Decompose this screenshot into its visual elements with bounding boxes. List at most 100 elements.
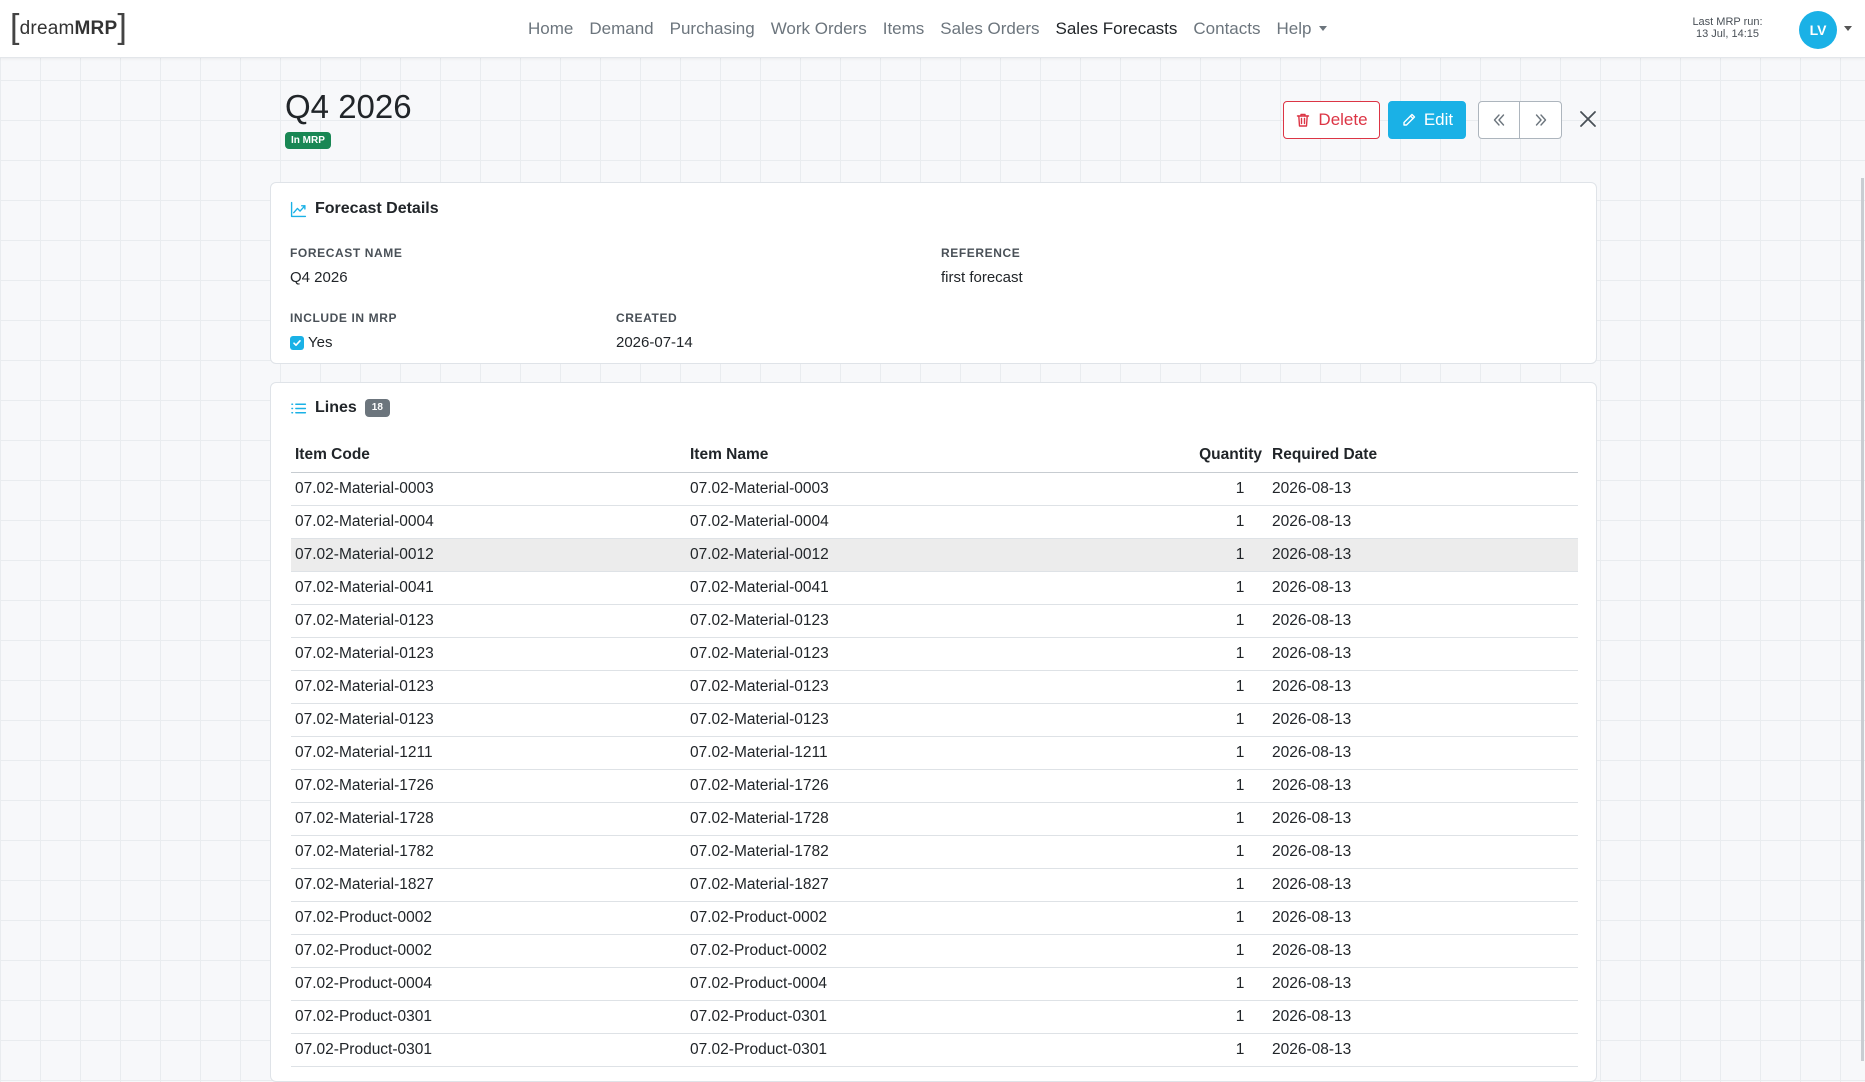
nav-sales-forecasts[interactable]: Sales Forecasts bbox=[1048, 19, 1186, 39]
nav-sales-orders[interactable]: Sales Orders bbox=[932, 19, 1047, 39]
required-date-cell: 2026-08-13 bbox=[1266, 571, 1578, 605]
lines-title: Lines bbox=[315, 399, 357, 416]
quantity-cell: 1 bbox=[1194, 1000, 1266, 1034]
quantity-cell: 1 bbox=[1194, 604, 1266, 638]
nav-help-dropdown[interactable]: Help bbox=[1268, 19, 1335, 39]
nav-items[interactable]: Items bbox=[875, 19, 933, 39]
chevrons-right-icon bbox=[1535, 114, 1546, 126]
required-date-cell: 2026-08-13 bbox=[1266, 934, 1578, 968]
item-name-cell: 07.02-Material-0004 bbox=[686, 505, 1194, 539]
trash-icon bbox=[1297, 113, 1310, 127]
item-name-cell: 07.02-Material-0012 bbox=[686, 538, 1194, 572]
nav-purchasing[interactable]: Purchasing bbox=[662, 19, 763, 39]
column-header-item-name[interactable]: Item Name bbox=[686, 438, 1194, 473]
table-row[interactable]: 07.02-Material-0004 07.02-Material-0004 1 2… bbox=[291, 505, 1578, 539]
table-row[interactable]: 07.02-Material-0123 07.02-Material-0123 1 2… bbox=[291, 703, 1578, 737]
brand-name-bold: MRP bbox=[74, 18, 118, 39]
table-row[interactable]: 07.02-Product-0002 07.02-Product-0002 1 202… bbox=[291, 901, 1578, 935]
created-value: 2026-07-14 bbox=[616, 334, 693, 351]
required-date-cell: 2026-08-13 bbox=[1266, 736, 1578, 770]
table-row[interactable]: 07.02-Material-1211 07.02-Material-1211 1 2… bbox=[291, 736, 1578, 770]
item-code-cell: 07.02-Material-0123 bbox=[291, 604, 686, 638]
lines-table: Item Code Item Name Quantity Required Da… bbox=[291, 438, 1578, 1067]
required-date-cell: 2026-08-13 bbox=[1266, 472, 1578, 506]
required-date-cell: 2026-08-13 bbox=[1266, 769, 1578, 803]
quantity-cell: 1 bbox=[1194, 967, 1266, 1001]
reference-field: REFERENCE first forecast bbox=[941, 246, 1023, 286]
table-row[interactable]: 07.02-Material-0012 07.02-Material-0012 1 2… bbox=[291, 538, 1578, 572]
table-row[interactable]: 07.02-Material-0123 07.02-Material-0123 1 2… bbox=[291, 604, 1578, 638]
item-code-cell: 07.02-Material-1827 bbox=[291, 868, 686, 902]
required-date-cell: 2026-08-13 bbox=[1266, 1000, 1578, 1034]
column-header-required-date[interactable]: Required Date bbox=[1266, 438, 1578, 473]
column-header-item-code[interactable]: Item Code bbox=[291, 438, 686, 473]
required-date-cell: 2026-08-13 bbox=[1266, 901, 1578, 935]
item-name-cell: 07.02-Material-1728 bbox=[686, 802, 1194, 836]
required-date-cell: 2026-08-13 bbox=[1266, 637, 1578, 671]
previous-record-button[interactable] bbox=[1478, 101, 1520, 139]
table-header-row: Item Code Item Name Quantity Required Da… bbox=[291, 438, 1578, 473]
item-name-cell: 07.02-Product-0002 bbox=[686, 901, 1194, 935]
chevron-down-icon[interactable] bbox=[1844, 26, 1852, 31]
required-date-cell: 2026-08-13 bbox=[1266, 1033, 1578, 1067]
chevrons-left-icon bbox=[1493, 114, 1505, 126]
table-row[interactable]: 07.02-Material-0003 07.02-Material-0003 1 2… bbox=[291, 472, 1578, 506]
table-row[interactable]: 07.02-Material-1728 07.02-Material-1728 1 2… bbox=[291, 802, 1578, 836]
item-code-cell: 07.02-Product-0301 bbox=[291, 1000, 686, 1034]
item-name-cell: 07.02-Material-1726 bbox=[686, 769, 1194, 803]
next-record-button[interactable] bbox=[1519, 101, 1562, 139]
table-row[interactable]: 07.02-Material-0123 07.02-Material-0123 1 2… bbox=[291, 670, 1578, 704]
required-date-cell: 2026-08-13 bbox=[1266, 505, 1578, 539]
last-mrp-run: Last MRP run: 13 Jul, 14:15 bbox=[1665, 16, 1790, 40]
table-row[interactable]: 07.02-Material-0041 07.02-Material-0041 1 2… bbox=[291, 571, 1578, 605]
table-row[interactable]: 07.02-Material-1827 07.02-Material-1827 1 2… bbox=[291, 868, 1578, 902]
quantity-cell: 1 bbox=[1194, 934, 1266, 968]
table-row[interactable]: 07.02-Product-0301 07.02-Product-0301 1 202… bbox=[291, 1000, 1578, 1034]
nav-work-orders[interactable]: Work Orders bbox=[763, 19, 875, 39]
close-button[interactable] bbox=[1577, 107, 1599, 131]
delete-button[interactable]: Delete bbox=[1283, 101, 1380, 139]
table-row[interactable]: 07.02-Product-0301 07.02-Product-0301 1 202… bbox=[291, 1033, 1578, 1067]
item-code-cell: 07.02-Material-0123 bbox=[291, 637, 686, 671]
table-row[interactable]: 07.02-Product-0002 07.02-Product-0002 1 202… bbox=[291, 934, 1578, 968]
brand-logo[interactable]: [ dream MRP ] bbox=[10, 8, 127, 46]
quantity-cell: 1 bbox=[1194, 505, 1266, 539]
edit-button[interactable]: Edit bbox=[1388, 101, 1466, 139]
include-in-mrp-field: INCLUDE IN MRP Yes bbox=[290, 311, 397, 351]
pencil-icon bbox=[1403, 113, 1416, 126]
nav-home[interactable]: Home bbox=[520, 19, 581, 39]
last-mrp-run-value: 13 Jul, 14:15 bbox=[1696, 28, 1759, 40]
include-in-mrp-checkbox bbox=[290, 335, 304, 350]
user-avatar[interactable]: LV bbox=[1799, 11, 1837, 49]
brand-left-bracket: [ bbox=[10, 8, 20, 46]
main-nav: Home Demand Purchasing Work Orders Items… bbox=[520, 0, 1335, 58]
chevron-down-icon bbox=[1319, 26, 1328, 31]
table-row[interactable]: 07.02-Material-1726 07.02-Material-1726 1 2… bbox=[291, 769, 1578, 803]
created-field: CREATED 2026-07-14 bbox=[616, 311, 693, 351]
item-name-cell: 07.02-Material-0123 bbox=[686, 703, 1194, 737]
item-name-cell: 07.02-Material-1211 bbox=[686, 736, 1194, 770]
lines-count-badge: 18 bbox=[364, 399, 390, 417]
table-row[interactable]: 07.02-Material-1782 07.02-Material-1782 1 2… bbox=[291, 835, 1578, 869]
nav-demand[interactable]: Demand bbox=[581, 19, 661, 39]
table-row[interactable]: 07.02-Product-0004 07.02-Product-0004 1 202… bbox=[291, 967, 1578, 1001]
reference-label: REFERENCE bbox=[941, 246, 1021, 260]
brand-name-light: dream bbox=[19, 18, 75, 39]
required-date-cell: 2026-08-13 bbox=[1266, 802, 1578, 836]
column-header-quantity[interactable]: Quantity bbox=[1194, 438, 1266, 473]
page-scrollbar[interactable] bbox=[1861, 178, 1864, 1061]
last-mrp-run-label: Last MRP run: bbox=[1692, 16, 1763, 28]
nav-contacts[interactable]: Contacts bbox=[1185, 19, 1268, 39]
item-name-cell: 07.02-Product-0301 bbox=[686, 1033, 1194, 1067]
item-code-cell: 07.02-Material-1782 bbox=[291, 835, 686, 869]
quantity-cell: 1 bbox=[1194, 637, 1266, 671]
reference-value: first forecast bbox=[941, 269, 1023, 286]
quantity-cell: 1 bbox=[1194, 868, 1266, 902]
quantity-cell: 1 bbox=[1194, 1033, 1266, 1067]
item-code-cell: 07.02-Product-0301 bbox=[291, 1033, 686, 1067]
table-row[interactable]: 07.02-Material-0123 07.02-Material-0123 1 2… bbox=[291, 637, 1578, 671]
required-date-cell: 2026-08-13 bbox=[1266, 703, 1578, 737]
quantity-cell: 1 bbox=[1194, 901, 1266, 935]
item-code-cell: 07.02-Material-1728 bbox=[291, 802, 686, 836]
item-code-cell: 07.02-Material-0012 bbox=[291, 538, 686, 572]
